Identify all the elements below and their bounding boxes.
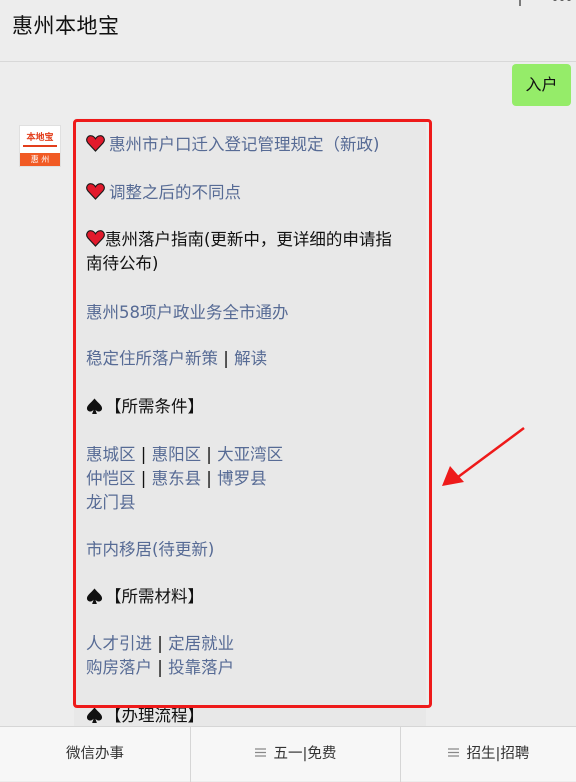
reply-message-bubble: 惠州市户口迁入登记管理规定（新政) 调整之后的不同点 惠州落户指南(更新中，更详… bbox=[74, 118, 426, 728]
separator: | bbox=[135, 469, 152, 488]
conditions-row-3: 龙门县 bbox=[86, 491, 136, 515]
section-title-materials: 【所需材料】 bbox=[105, 587, 204, 606]
reply-line-3b: 南待公布) bbox=[86, 252, 158, 276]
conditions-row-1: 惠城区 | 惠阳区 | 大亚湾区 bbox=[86, 443, 283, 467]
link-family-reunion[interactable]: 投靠落户 bbox=[168, 658, 234, 677]
menu-tab-enrollment[interactable]: 招生|招聘 bbox=[401, 727, 576, 782]
link-58-services[interactable]: 惠州58项户政业务全市通办 bbox=[86, 303, 289, 322]
section-process: 【办理流程】 bbox=[86, 704, 204, 728]
link-dayawan[interactable]: 大亚湾区 bbox=[217, 445, 283, 464]
separator: | bbox=[201, 445, 218, 464]
section-conditions: 【所需条件】 bbox=[86, 395, 204, 419]
section-title-conditions: 【所需条件】 bbox=[105, 397, 204, 416]
heart-icon bbox=[86, 183, 105, 200]
more-icon[interactable] bbox=[552, 0, 572, 4]
reply-line-move: 市内移居(待更新) bbox=[86, 538, 214, 562]
menu-tab-wechat-services[interactable]: 微信办事 bbox=[0, 727, 190, 782]
section-materials: 【所需材料】 bbox=[86, 585, 204, 609]
avatar-brand-top: 本地宝 bbox=[26, 133, 54, 143]
link-huiyang[interactable]: 惠阳区 bbox=[152, 445, 202, 464]
conditions-row-2: 仲恺区 | 惠东县 | 博罗县 bbox=[86, 467, 267, 491]
menu-tab-mayday[interactable]: 五一|免费 bbox=[191, 727, 400, 782]
link-intra-city-move[interactable]: 市内移居(待更新) bbox=[86, 540, 214, 559]
link-longmen[interactable]: 龙门县 bbox=[86, 493, 136, 512]
link-interpretation[interactable]: 解读 bbox=[234, 349, 267, 368]
heart-icon bbox=[86, 135, 105, 152]
link-talent[interactable]: 人才引进 bbox=[86, 634, 152, 653]
spade-icon bbox=[86, 398, 103, 415]
reply-line-4: 惠州58项户政业务全市通办 bbox=[86, 301, 289, 325]
link-stable-residence[interactable]: 稳定住所落户新策 bbox=[86, 349, 218, 368]
menu-tab-label: 微信办事 bbox=[66, 746, 124, 762]
link-differences[interactable]: 调整之后的不同点 bbox=[109, 183, 241, 202]
reply-line-3: 惠州落户指南(更新中，更详细的申请指 bbox=[86, 228, 392, 252]
link-huidong[interactable]: 惠东县 bbox=[152, 469, 202, 488]
link-house-purchase[interactable]: 购房落户 bbox=[86, 658, 152, 677]
spade-icon bbox=[86, 588, 103, 605]
avatar-divider bbox=[23, 145, 57, 147]
link-huicheng[interactable]: 惠城区 bbox=[86, 445, 136, 464]
chat-title: 惠州本地宝 bbox=[12, 14, 120, 38]
materials-row-1: 人才引进 | 定居就业 bbox=[86, 632, 234, 656]
reply-line-1: 惠州市户口迁入登记管理规定（新政) bbox=[86, 133, 379, 157]
section-title-process: 【办理流程】 bbox=[105, 706, 204, 725]
menu-tab-label: 五一|免费 bbox=[273, 746, 337, 762]
avatar-brand-bottom: 惠 州 bbox=[20, 153, 60, 166]
separator: | bbox=[152, 658, 169, 677]
menu-icon bbox=[447, 748, 459, 757]
menu-tab-label: 招生|招聘 bbox=[466, 746, 530, 762]
heart-icon bbox=[86, 230, 105, 247]
link-zhongkai[interactable]: 仲恺区 bbox=[86, 469, 136, 488]
avatar[interactable]: 本地宝 惠 州 bbox=[19, 125, 61, 167]
link-boluo[interactable]: 博罗县 bbox=[217, 469, 267, 488]
pin-icon[interactable] bbox=[512, 0, 528, 10]
spade-icon bbox=[86, 707, 103, 724]
separator: | bbox=[152, 634, 169, 653]
separator: | bbox=[135, 445, 152, 464]
separator: | bbox=[218, 349, 235, 368]
separator: | bbox=[201, 469, 218, 488]
chat-header: 惠州本地宝 bbox=[0, 0, 576, 62]
settlement-guide-text-cont: 南待公布) bbox=[86, 254, 159, 273]
user-message-bubble: 入户 bbox=[512, 64, 571, 106]
arrow-annotation-icon bbox=[442, 426, 525, 486]
link-hukou-regulation[interactable]: 惠州市户口迁入登记管理规定（新政) bbox=[109, 135, 379, 154]
reply-line-5: 稳定住所落户新策 | 解读 bbox=[86, 347, 267, 371]
menu-icon bbox=[254, 748, 266, 757]
settlement-guide-text: 惠州落户指南(更新中，更详细的申请指 bbox=[105, 230, 392, 249]
link-employment[interactable]: 定居就业 bbox=[168, 634, 234, 653]
reply-line-2: 调整之后的不同点 bbox=[86, 181, 241, 205]
materials-row-2: 购房落户 | 投靠落户 bbox=[86, 656, 234, 680]
bottom-menu-bar: 微信办事 五一|免费 招生|招聘 bbox=[0, 726, 576, 782]
